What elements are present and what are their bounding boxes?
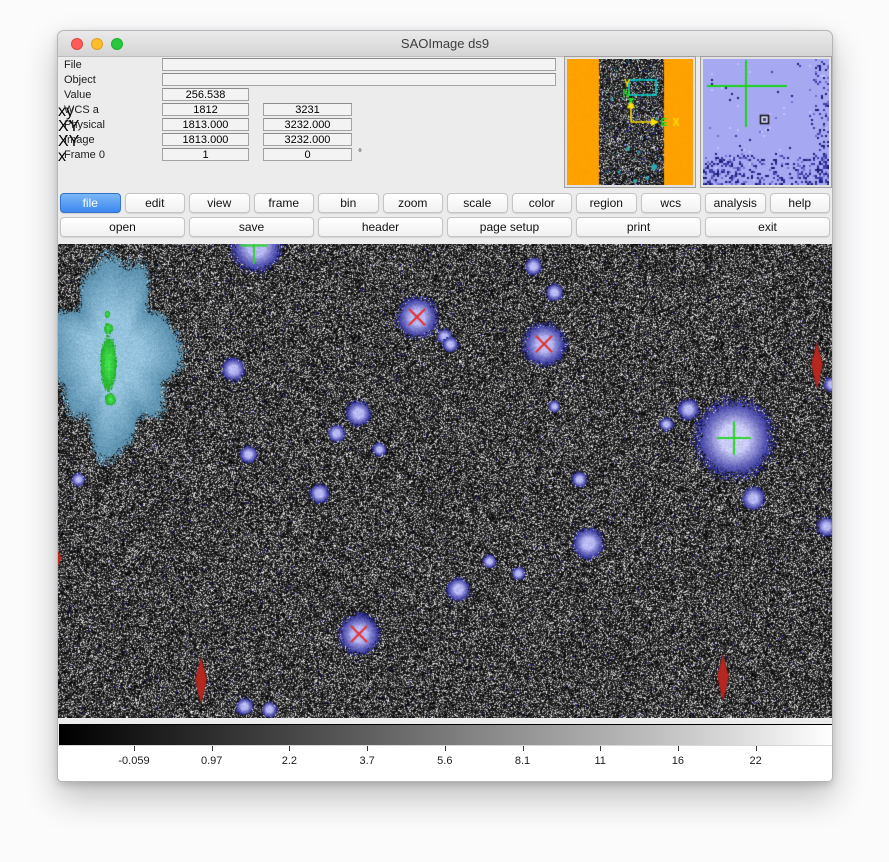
menu-color[interactable]: color [512,193,573,213]
colorbar-tick [289,746,290,751]
colorbar-label: 2.2 [282,755,297,767]
colorbar-tick [523,746,524,751]
menu-help[interactable]: help [770,193,831,213]
menu-open[interactable]: open [60,217,185,237]
image-canvas[interactable] [58,244,833,718]
field-object-wide[interactable] [162,73,556,86]
field-wcs-a-f2[interactable] [263,103,352,116]
field-wcs-a-f1[interactable] [162,103,249,116]
colorbar-label: 8.1 [515,755,530,767]
menu-wcs[interactable]: wcs [641,193,702,213]
colorbar-gradient[interactable] [59,724,833,746]
info-label: Image [64,134,95,146]
menu-file[interactable]: file [60,193,121,213]
colorbar-tick [212,746,213,751]
menu-scale[interactable]: scale [447,193,508,213]
menu-bar: fileeditviewframebinzoomscalecolorregion… [60,193,830,215]
colorbar-tick [445,746,446,751]
menu-view[interactable]: view [189,193,250,213]
info-label: File [64,59,82,71]
field-value-f1[interactable] [162,88,249,101]
magnifier-canvas[interactable] [703,59,829,185]
menu-zoom[interactable]: zoom [383,193,444,213]
menu-region[interactable]: region [576,193,637,213]
colorbar-label: 16 [672,755,684,767]
colorbar-label: 11 [594,755,605,767]
menu-page-setup[interactable]: page setup [447,217,572,237]
info-label: WCS a [64,104,99,116]
degree-symbol: ° [358,148,362,159]
colorbar-label: 22 [749,755,761,767]
colorbar-tick [367,746,368,751]
field-frame-0-f2[interactable] [263,148,352,161]
colorbar-label: 0.97 [201,755,222,767]
field-image-f2[interactable] [263,133,352,146]
menu-header[interactable]: header [318,217,443,237]
field-image-f1[interactable] [162,133,249,146]
menu-edit[interactable]: edit [125,193,186,213]
colorbar-scale: -0.059 0.97 2.2 3.7 5.6 8.1 11 16 22 [58,745,833,782]
menu-save[interactable]: save [189,217,314,237]
panner-canvas[interactable] [567,59,693,185]
panner-frame [564,56,696,188]
colorbar-label: 3.7 [359,755,374,767]
colorbar-label: -0.059 [118,755,149,767]
menu-print[interactable]: print [576,217,701,237]
ds9-window: SAOImage ds9 FileObjectValueWCS axyPhysi… [57,30,833,782]
info-label: Frame 0 [64,149,105,161]
titlebar[interactable]: SAOImage ds9 [58,31,832,57]
colorbar-tick [678,746,679,751]
colorbar-label: 5.6 [437,755,452,767]
menu-analysis[interactable]: analysis [705,193,766,213]
info-label: Physical [64,119,105,131]
info-label: Object [64,74,96,86]
colorbar-tick [134,746,135,751]
desktop: { "window": { "title": "SAOImage ds9" },… [0,0,889,862]
menu-bin[interactable]: bin [318,193,379,213]
menu-frame[interactable]: frame [254,193,315,213]
colorbar-tick [756,746,757,751]
file-submenu-bar: opensaveheaderpage setupprintexit [60,217,830,239]
menu-exit[interactable]: exit [705,217,830,237]
field-file-wide[interactable] [162,58,556,71]
magnifier-frame [700,56,832,188]
info-label: Value [64,89,91,101]
field-frame-0-f1[interactable] [162,148,249,161]
window-title: SAOImage ds9 [58,36,832,51]
field-physical-f1[interactable] [162,118,249,131]
colorbar-tick [600,746,601,751]
field-physical-f2[interactable] [263,118,352,131]
